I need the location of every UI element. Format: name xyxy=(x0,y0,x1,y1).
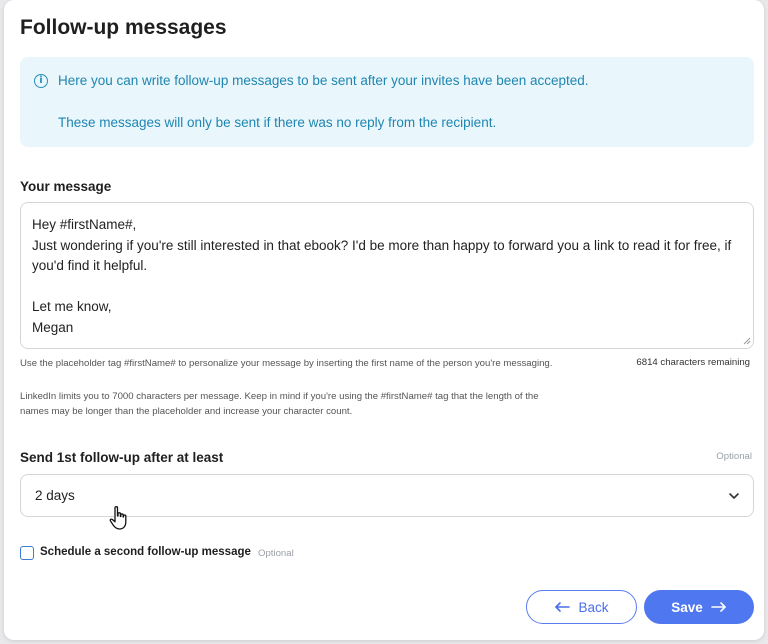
resize-handle-icon[interactable] xyxy=(743,337,751,345)
back-button[interactable]: Back xyxy=(526,590,637,624)
placeholder-hint: Use the placeholder tag #firstName# to p… xyxy=(20,358,553,369)
hand-cursor-icon xyxy=(109,506,127,530)
characters-remaining: 6814 characters remaining xyxy=(636,357,750,368)
info-banner: i Here you can write follow-up messages … xyxy=(20,57,754,147)
followup-delay-label: Send 1st follow-up after at least xyxy=(20,450,224,465)
page-title: Follow-up messages xyxy=(20,16,227,39)
second-followup-optional-tag: Optional xyxy=(258,548,294,559)
second-followup-checkbox[interactable] xyxy=(20,546,34,560)
chevron-down-icon xyxy=(729,493,739,499)
save-button-label: Save xyxy=(671,599,703,615)
save-button[interactable]: Save xyxy=(644,590,754,624)
followup-delay-select[interactable]: 2 days xyxy=(20,474,754,517)
character-limit-hint: LinkedIn limits you to 7000 characters p… xyxy=(20,391,539,417)
followup-delay-value: 2 days xyxy=(35,488,75,503)
follow-up-panel: Follow-up messages i Here you can write … xyxy=(4,0,764,640)
arrow-left-icon xyxy=(555,602,571,612)
back-button-label: Back xyxy=(578,599,609,615)
followup-optional-tag: Optional xyxy=(716,451,752,462)
info-text-accepted: Here you can write follow-up messages to… xyxy=(58,73,589,88)
info-icon: i xyxy=(34,74,48,88)
message-label: Your message xyxy=(20,179,112,194)
message-textarea[interactable]: Hey #firstName#, Just wondering if you'r… xyxy=(20,202,754,349)
second-followup-label[interactable]: Schedule a second follow-up message xyxy=(40,546,251,558)
info-text-no-reply: These messages will only be sent if ther… xyxy=(58,115,497,130)
arrow-right-icon xyxy=(710,602,726,612)
